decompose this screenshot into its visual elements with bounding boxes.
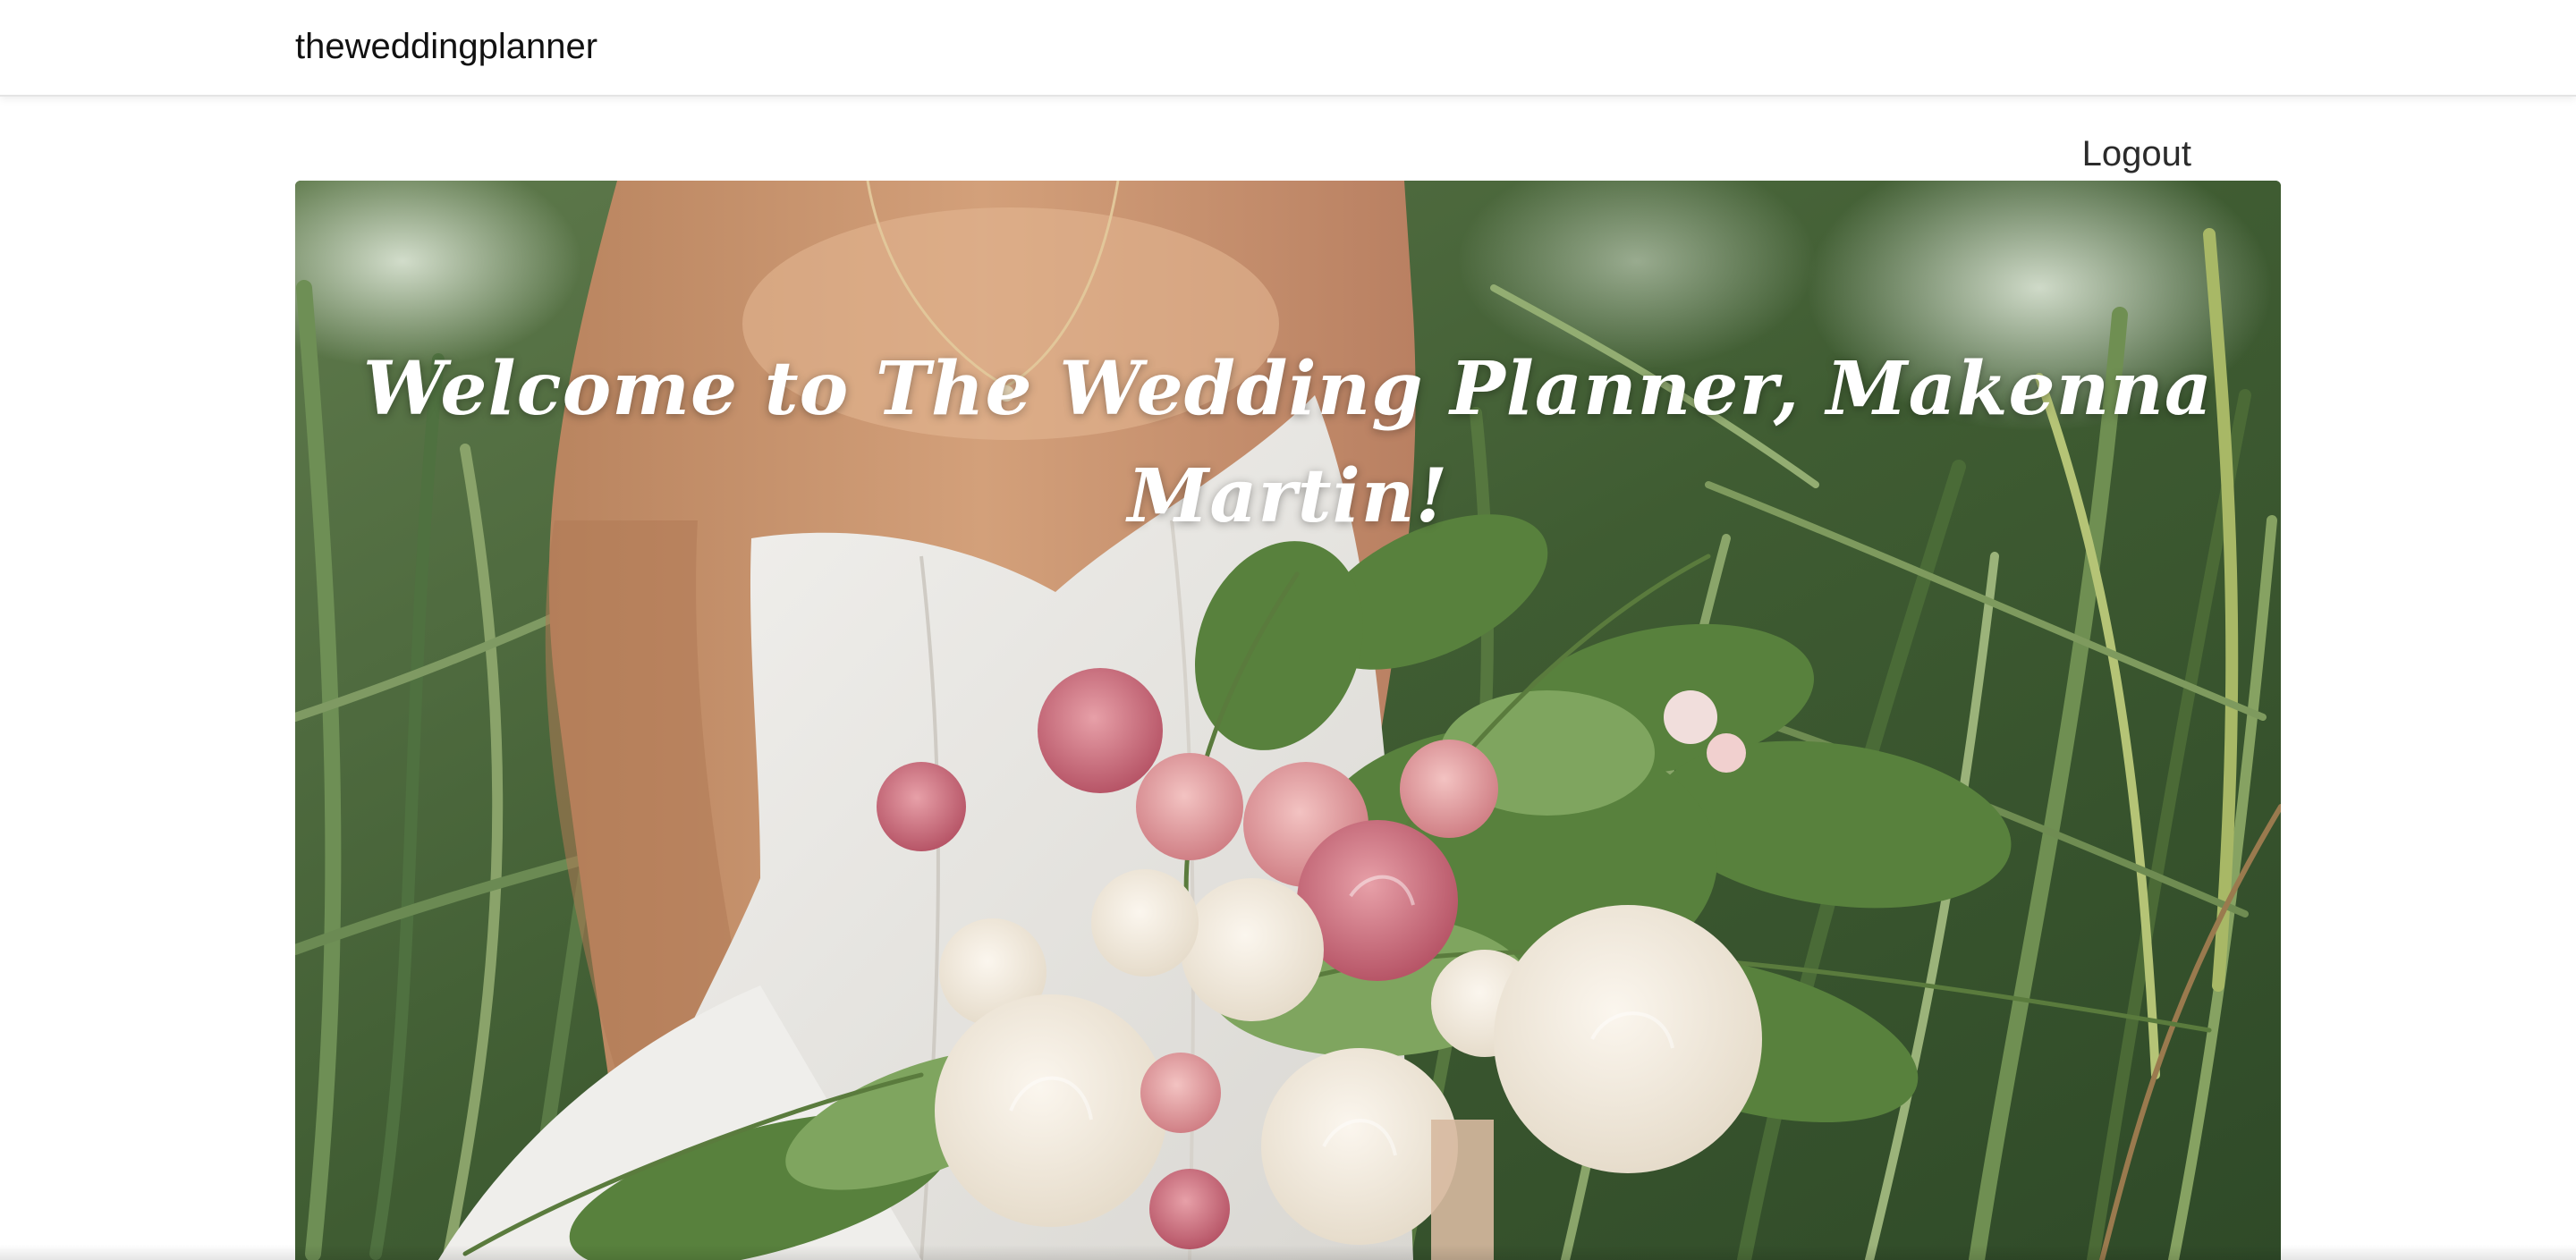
bottom-edge-shadow [0, 1245, 2576, 1260]
welcome-heading: Welcome to The Wedding Planner, Makenna … [362, 345, 2214, 539]
logout-link[interactable]: Logout [2082, 131, 2191, 177]
brand-link[interactable]: theweddingplanner [295, 23, 597, 70]
hero-banner: Welcome to The Wedding Planner, Makenna … [295, 181, 2281, 1260]
top-navbar: theweddingplanner [0, 0, 2576, 97]
